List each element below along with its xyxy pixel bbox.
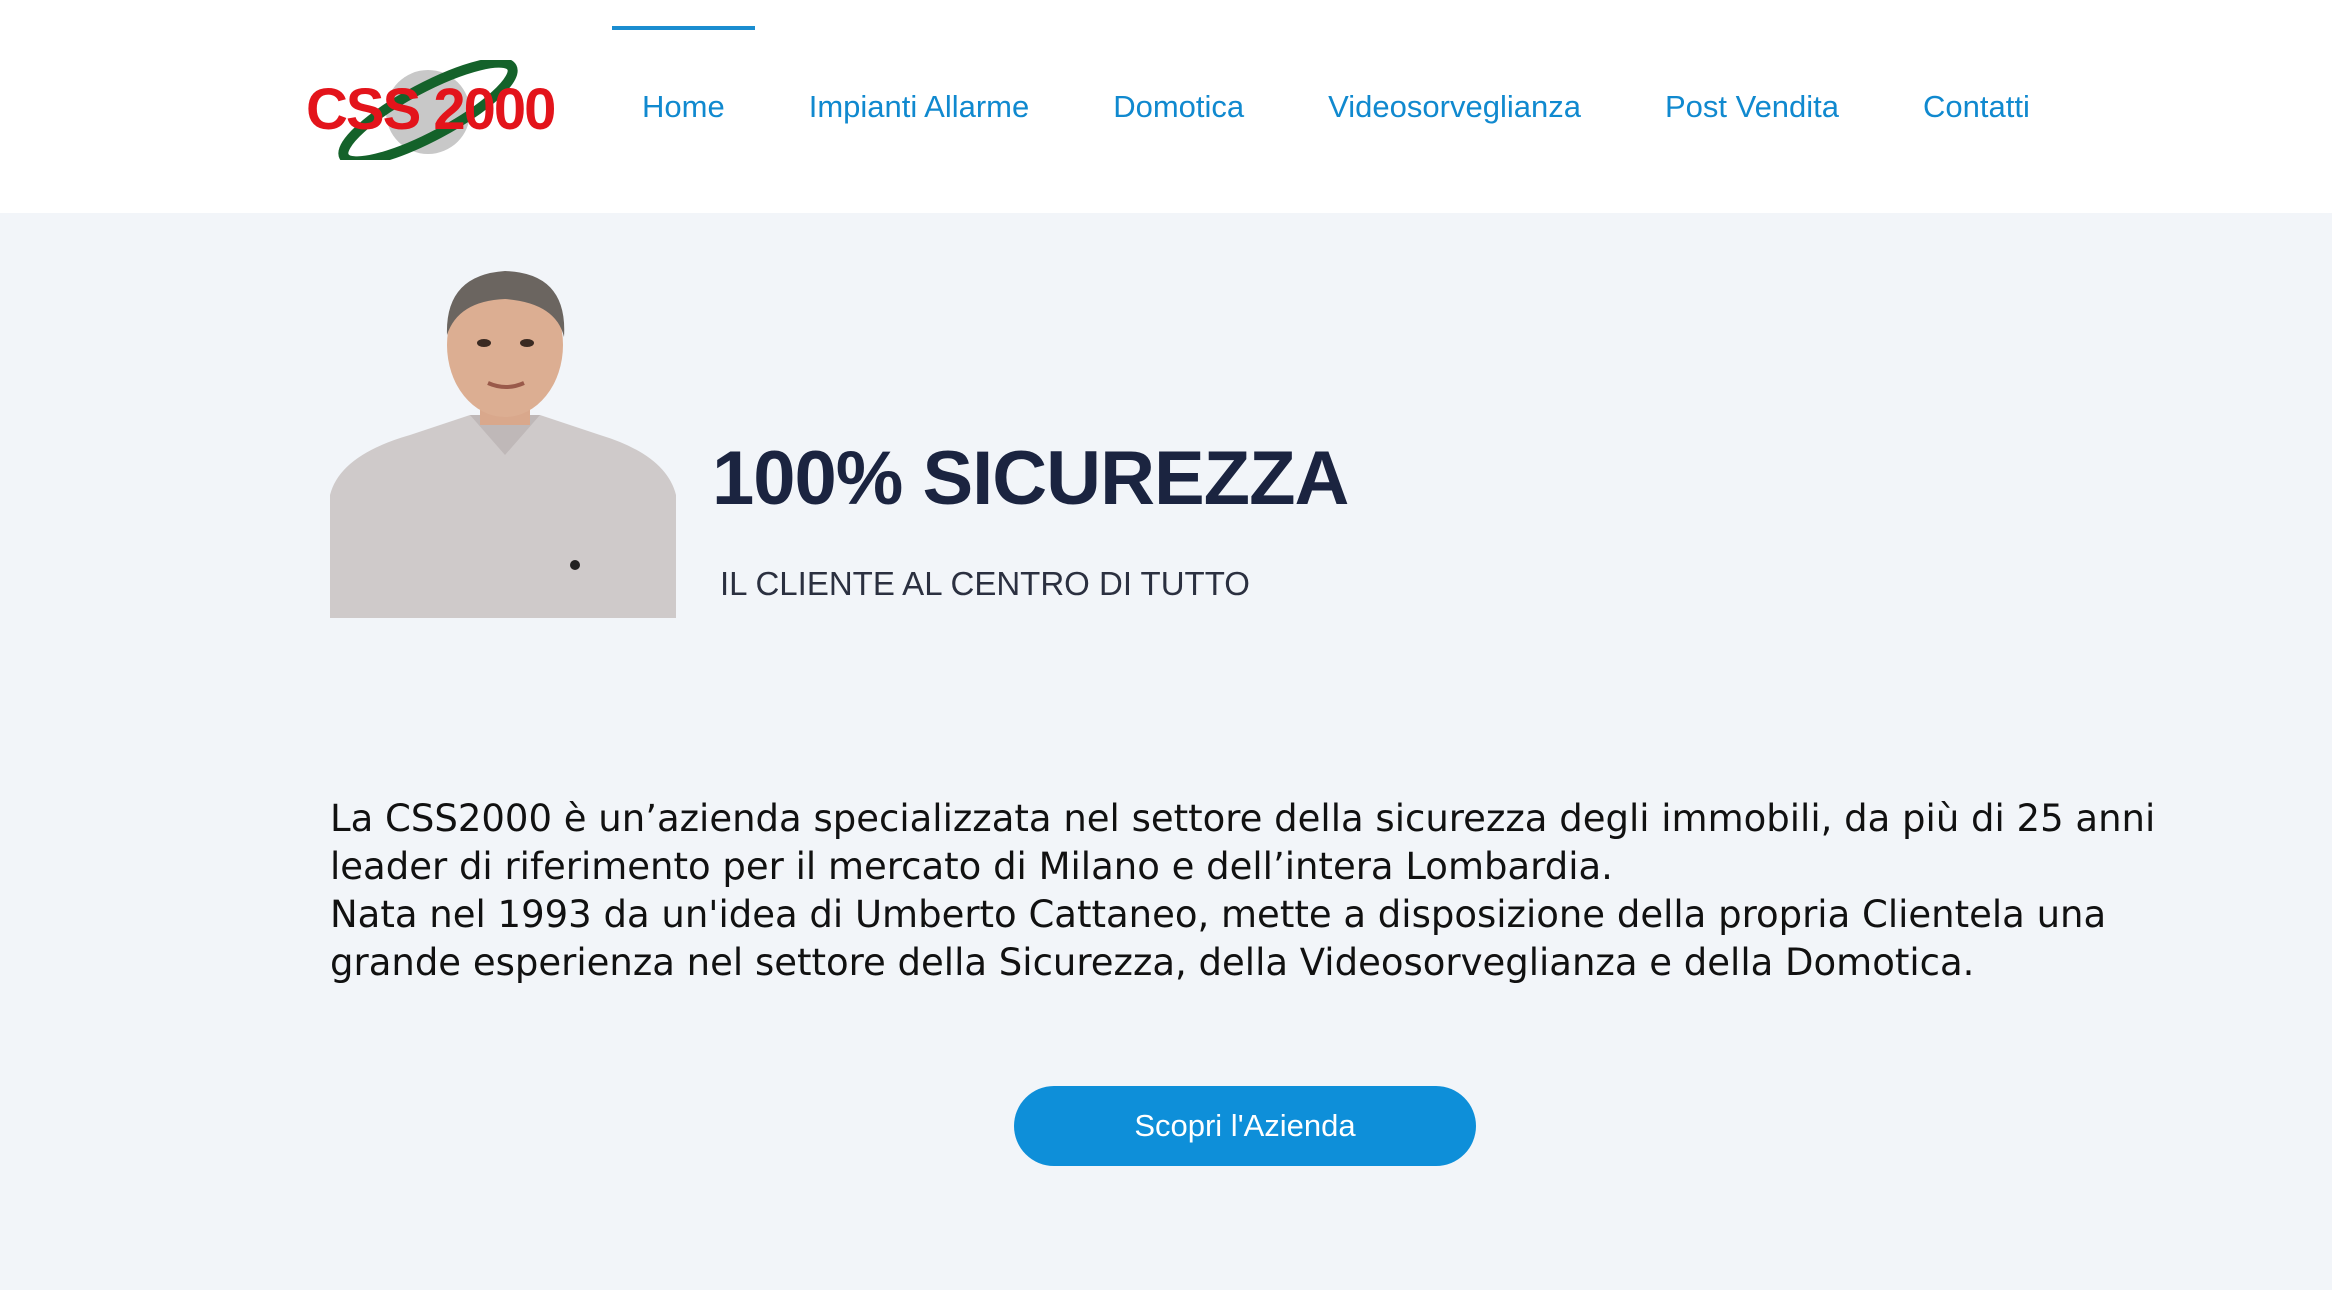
discover-company-button[interactable]: Scopri l'Azienda [1014, 1086, 1476, 1166]
nav-impianti-allarme[interactable]: Impianti Allarme [779, 0, 1060, 213]
hero-subtitle: IL CLIENTE AL CENTRO DI TUTTO [720, 565, 1250, 602]
logo-text: CSS 2000 [306, 77, 556, 142]
page-bottom-divider [0, 1290, 2332, 1312]
nav-domotica[interactable]: Domotica [1083, 0, 1274, 213]
intro-text: La CSS2000 è un’azienda specializzata ne… [330, 795, 2180, 987]
hero-title: 100% SICUREZZA [712, 436, 1349, 521]
intro-paragraph-2: Nata nel 1993 da un'idea di Umberto Catt… [330, 893, 2107, 984]
nav-videosorveglianza[interactable]: Videosorveglianza [1298, 0, 1611, 213]
site-header: CSS 2000 Home Impianti Allarme Domotica … [0, 0, 2332, 213]
logo[interactable]: CSS 2000 [302, 60, 556, 160]
main-nav: Home Impianti Allarme Domotica Videosorv… [612, 0, 2084, 213]
nav-home[interactable]: Home [612, 0, 755, 213]
intro-paragraph-1: La CSS2000 è un’azienda specializzata ne… [330, 797, 2156, 888]
founder-photo [330, 265, 676, 618]
nav-contatti[interactable]: Contatti [1893, 0, 2060, 213]
nav-post-vendita[interactable]: Post Vendita [1635, 0, 1869, 213]
hero-section: 100% SICUREZZA IL CLIENTE AL CENTRO DI T… [0, 213, 2332, 1290]
